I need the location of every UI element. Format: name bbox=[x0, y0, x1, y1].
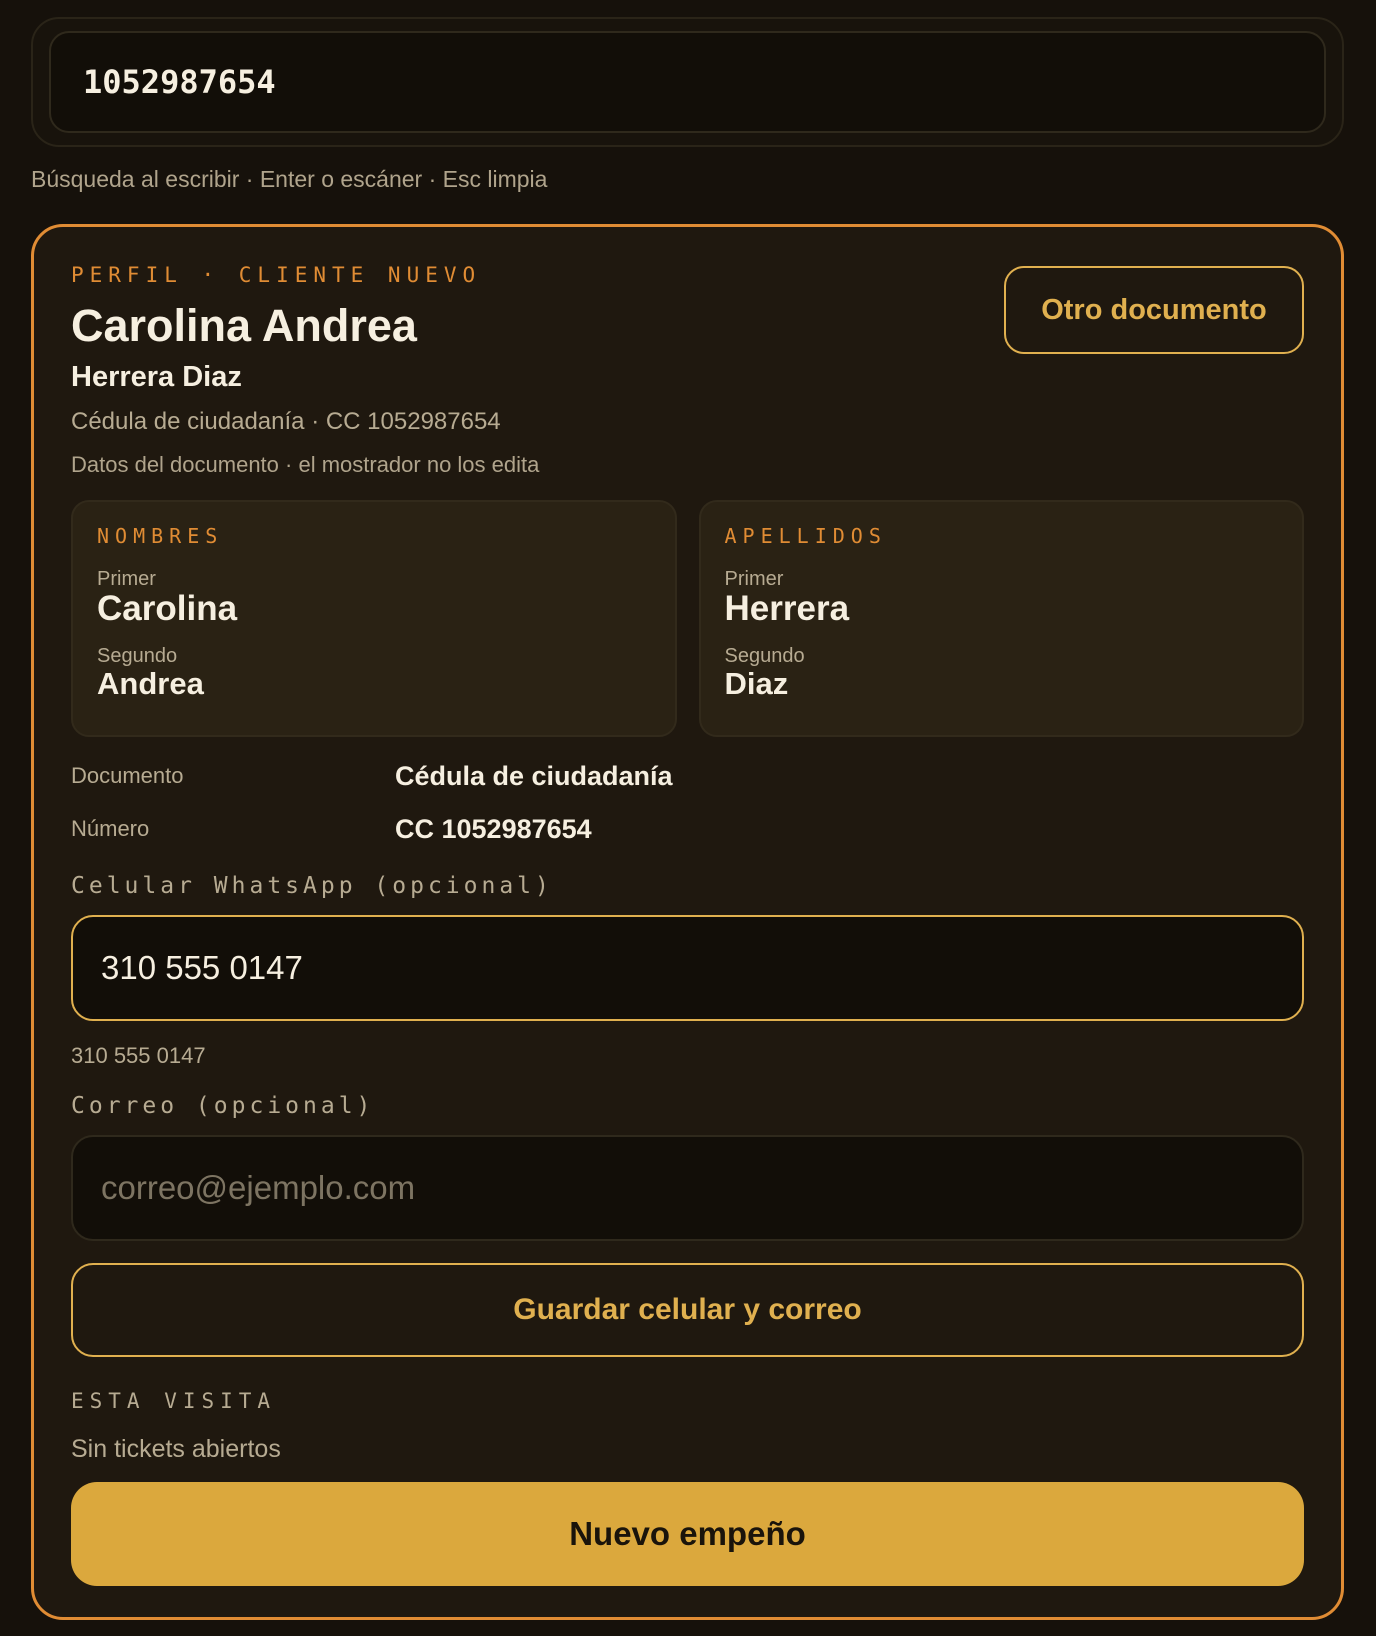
first-surname-value: Herrera bbox=[724, 588, 850, 628]
surnames-title: APELLIDOS bbox=[724, 523, 887, 548]
search-hint: Búsqueda al escribir · Enter o escáner ·… bbox=[31, 166, 548, 192]
page: Búsqueda al escribir · Enter o escáner ·… bbox=[0, 0, 1376, 1636]
first-name-label: Primer bbox=[97, 567, 156, 590]
number-key: Número bbox=[71, 816, 150, 841]
new-pawn-button[interactable]: Nuevo empeño bbox=[71, 1481, 1304, 1586]
document-summary: Cédula de ciudadanía · CC 1052987654 bbox=[71, 407, 501, 435]
second-surname-value: Diaz bbox=[724, 666, 789, 702]
first-name-value: Carolina bbox=[97, 588, 238, 628]
client-profile-card: PERFIL · CLIENTE NUEVO Carolina Andrea H… bbox=[31, 224, 1344, 1620]
second-name-value: Andrea bbox=[97, 666, 204, 702]
phone-label: Celular WhatsApp (opcional) bbox=[71, 872, 553, 899]
save-contact-button[interactable]: Guardar celular y correo bbox=[71, 1262, 1304, 1357]
document-row: Documento Cédula de ciudadanía bbox=[71, 761, 1304, 792]
number-value: CC 1052987654 bbox=[395, 813, 592, 844]
visit-status: Sin tickets abiertos bbox=[71, 1434, 281, 1463]
first-surname-label: Primer bbox=[724, 567, 784, 590]
document-key: Documento bbox=[71, 763, 184, 788]
document-note: Datos del documento · el mostrador no lo… bbox=[71, 451, 540, 477]
document-search-input[interactable] bbox=[49, 31, 1326, 133]
number-row: Número CC 1052987654 bbox=[71, 814, 1304, 845]
second-surname-label: Segundo bbox=[724, 645, 805, 668]
surnames-box: APELLIDOS Primer Herrera Segundo Diaz bbox=[698, 499, 1304, 737]
name-boxes: NOMBRES Primer Carolina Segundo Andrea A… bbox=[71, 499, 1304, 737]
visit-label: ESTA VISITA bbox=[71, 1388, 277, 1413]
other-document-button[interactable]: Otro documento bbox=[1004, 266, 1304, 354]
email-label: Correo (opcional) bbox=[71, 1092, 375, 1119]
document-value: Cédula de ciudadanía bbox=[395, 760, 673, 791]
email-input[interactable] bbox=[71, 1134, 1304, 1241]
phone-echo: 310 555 0147 bbox=[71, 1042, 206, 1068]
second-name-label: Segundo bbox=[97, 645, 178, 668]
names-title: NOMBRES bbox=[97, 523, 224, 548]
search-container bbox=[31, 17, 1344, 147]
names-box: NOMBRES Primer Carolina Segundo Andrea bbox=[71, 499, 677, 737]
phone-input[interactable] bbox=[71, 914, 1304, 1021]
client-surnames: Herrera Diaz bbox=[71, 360, 242, 393]
